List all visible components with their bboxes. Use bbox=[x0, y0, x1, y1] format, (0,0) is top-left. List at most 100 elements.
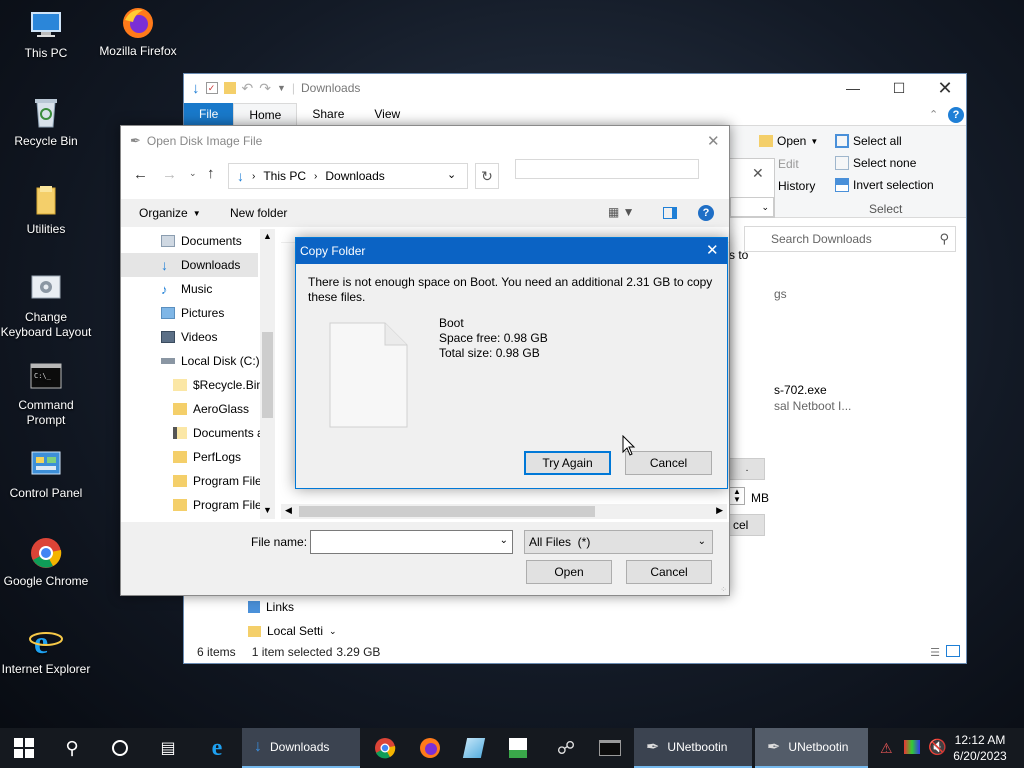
desktop-icon-this-pc[interactable]: This PC bbox=[0, 8, 92, 61]
close-icon[interactable]: ✕ bbox=[707, 132, 720, 150]
tab-view[interactable]: View bbox=[359, 103, 415, 125]
quick-access-dropdown-icon[interactable]: ▼ bbox=[277, 83, 286, 93]
chevron-down-icon[interactable]: ⌄ bbox=[500, 535, 508, 546]
volume-muted-icon[interactable]: 🔇 bbox=[928, 738, 947, 756]
breadcrumb-this-pc[interactable]: This PC bbox=[263, 169, 306, 183]
folder-icon[interactable] bbox=[223, 82, 236, 94]
start-button[interactable] bbox=[0, 728, 48, 768]
back-arrow-icon[interactable]: ← bbox=[133, 166, 148, 183]
desktop-icon-command-prompt[interactable]: C:\_ Command Prompt bbox=[0, 360, 92, 428]
recent-locations-chevron-icon[interactable]: ⌄ bbox=[189, 168, 197, 179]
network-warning-icon[interactable]: ⚠ bbox=[880, 740, 893, 757]
file-name-input[interactable]: ⌄ bbox=[310, 530, 513, 554]
view-options-icon[interactable]: ▦ ▼ bbox=[608, 205, 635, 219]
taskbar-unetbootin-2[interactable]: ✒ UNetbootin bbox=[755, 728, 868, 768]
desktop-icon-internet-explorer[interactable]: e Internet Explorer bbox=[0, 624, 92, 677]
desktop-icon-utilities[interactable]: Utilities bbox=[0, 184, 92, 237]
taskbar-command-prompt[interactable] bbox=[586, 728, 634, 768]
color-app-tray-icon[interactable] bbox=[904, 740, 920, 754]
taskbar-app-satellite[interactable]: ☍ bbox=[542, 728, 590, 768]
new-folder-button[interactable]: New folder bbox=[230, 206, 287, 220]
up-arrow-icon[interactable]: ↑ bbox=[207, 165, 215, 182]
task-view-button[interactable]: ▤ bbox=[144, 728, 192, 768]
undo-icon[interactable]: ↶ bbox=[242, 80, 254, 97]
desktop-icon-recycle-bin[interactable]: Recycle Bin bbox=[0, 96, 92, 149]
scroll-right-icon[interactable]: ▶ bbox=[716, 505, 723, 516]
clock[interactable]: 12:12 AM 6/20/2023 bbox=[948, 732, 1012, 764]
taskbar-app-blue[interactable] bbox=[450, 728, 498, 768]
scroll-up-icon[interactable]: ▲ bbox=[263, 231, 272, 241]
scroll-left-icon[interactable]: ◀ bbox=[285, 505, 292, 516]
scrollbar-thumb[interactable] bbox=[299, 506, 595, 517]
nav-pane-scrollbar[interactable]: ▲ ▼ bbox=[260, 229, 275, 519]
stepper-icon[interactable]: ▲ ▼ bbox=[729, 487, 745, 505]
nav-item-program-files[interactable]: Program Files bbox=[173, 469, 268, 493]
tab-file[interactable]: File bbox=[184, 103, 234, 125]
redo-icon[interactable]: ↷ bbox=[259, 80, 271, 97]
cortana-button[interactable] bbox=[96, 728, 144, 768]
nav-item-links[interactable]: Links bbox=[248, 600, 294, 614]
nav-item-downloads[interactable]: ↓ Downloads bbox=[161, 253, 240, 277]
taskbar-unetbootin-1[interactable]: ✒ UNetbootin bbox=[634, 728, 752, 768]
details-view-icon[interactable]: ☰ bbox=[930, 646, 940, 659]
taskbar-google-chrome[interactable] bbox=[361, 728, 409, 768]
help-icon[interactable]: ? bbox=[948, 107, 964, 123]
search-button[interactable]: ⚲ bbox=[48, 728, 96, 768]
breadcrumb-downloads[interactable]: Downloads bbox=[325, 169, 384, 183]
close-icon[interactable]: ✕ bbox=[706, 241, 719, 259]
nav-item-aeroglass[interactable]: AeroGlass bbox=[173, 397, 249, 421]
large-icons-view-icon[interactable] bbox=[946, 645, 960, 657]
search-input[interactable]: Search Downloads ⚲ bbox=[744, 226, 956, 252]
properties-icon[interactable]: ✓ bbox=[205, 82, 218, 94]
copy-folder-dialog[interactable]: Copy Folder ✕ There is not enough space … bbox=[295, 237, 728, 489]
desktop-icon-change-keyboard-layout[interactable]: Change Keyboard Layout bbox=[0, 272, 92, 340]
open-dialog-title-bar[interactable]: ✒ Open Disk Image File ✕ bbox=[121, 126, 729, 156]
nav-item-local-settings[interactable]: Local Setti ⌄ bbox=[248, 624, 337, 638]
file-type-select[interactable]: All Files (*) ⌄ bbox=[524, 530, 713, 554]
file-list-horizontal-scrollbar[interactable]: ◀ ▶ bbox=[281, 504, 727, 519]
try-again-button[interactable]: Try Again bbox=[524, 451, 611, 475]
taskbar-app-chart[interactable] bbox=[494, 728, 542, 768]
select-none-button[interactable]: Select none bbox=[835, 156, 916, 170]
forward-arrow-icon[interactable]: → bbox=[162, 166, 177, 183]
nav-item-recycle-bin-folder[interactable]: $Recycle.Bin bbox=[173, 373, 263, 397]
scroll-down-icon[interactable]: ▼ bbox=[263, 505, 272, 515]
nav-item-program-files-x86[interactable]: Program Files bbox=[173, 493, 268, 517]
nav-item-documents-and-settings[interactable]: Documents a bbox=[173, 421, 264, 445]
scrollbar-thumb[interactable] bbox=[262, 332, 273, 418]
desktop-icon-control-panel[interactable]: Control Panel bbox=[0, 448, 92, 501]
address-bar[interactable]: ↓ › This PC › Downloads ⌄ bbox=[228, 163, 468, 189]
history-button[interactable]: History bbox=[778, 179, 815, 193]
nav-item-local-disk[interactable]: Local Disk (C:) bbox=[161, 349, 260, 373]
open-button[interactable]: Open bbox=[526, 560, 612, 584]
search-input[interactable] bbox=[515, 159, 699, 179]
background-cancel-fragment[interactable]: cel bbox=[729, 514, 765, 536]
edit-button[interactable]: Edit bbox=[778, 157, 799, 171]
cancel-button[interactable]: Cancel bbox=[625, 451, 712, 475]
collapse-ribbon-icon[interactable]: ⌃ bbox=[929, 108, 938, 121]
cancel-button[interactable]: Cancel bbox=[626, 560, 712, 584]
maximize-button[interactable]: ☐ bbox=[876, 74, 922, 102]
select-all-button[interactable]: Select all bbox=[835, 134, 902, 148]
desktop-icon-firefox[interactable]: Mozilla Firefox bbox=[92, 6, 184, 59]
close-button[interactable]: ✕ bbox=[922, 74, 968, 102]
taskbar-downloads[interactable]: ↓ Downloads bbox=[242, 728, 360, 768]
invert-selection-button[interactable]: Invert selection bbox=[835, 178, 934, 192]
refresh-button[interactable]: ↻ bbox=[475, 163, 499, 189]
resize-grip-icon[interactable]: ⁘ bbox=[720, 585, 727, 594]
open-button[interactable]: Open ▼ bbox=[759, 134, 818, 148]
nav-item-videos[interactable]: Videos bbox=[161, 325, 217, 349]
nav-item-pictures[interactable]: Pictures bbox=[161, 301, 224, 325]
file-name-fragment[interactable]: s-702.exe bbox=[774, 383, 827, 397]
nav-item-music[interactable]: ♪ Music bbox=[161, 277, 212, 301]
desktop-icon-google-chrome[interactable]: Google Chrome bbox=[0, 536, 92, 589]
tab-home[interactable]: Home bbox=[233, 103, 298, 125]
nav-item-perflogs[interactable]: PerfLogs bbox=[173, 445, 241, 469]
preview-pane-icon[interactable] bbox=[663, 207, 677, 219]
minimize-button[interactable]: — bbox=[830, 74, 876, 102]
help-icon[interactable]: ? bbox=[698, 205, 714, 221]
taskbar-firefox[interactable] bbox=[406, 728, 454, 768]
address-dropdown-icon[interactable]: ⌄ bbox=[447, 168, 456, 181]
organize-button[interactable]: Organize ▼ bbox=[139, 206, 201, 220]
tab-share[interactable]: Share bbox=[297, 103, 359, 125]
